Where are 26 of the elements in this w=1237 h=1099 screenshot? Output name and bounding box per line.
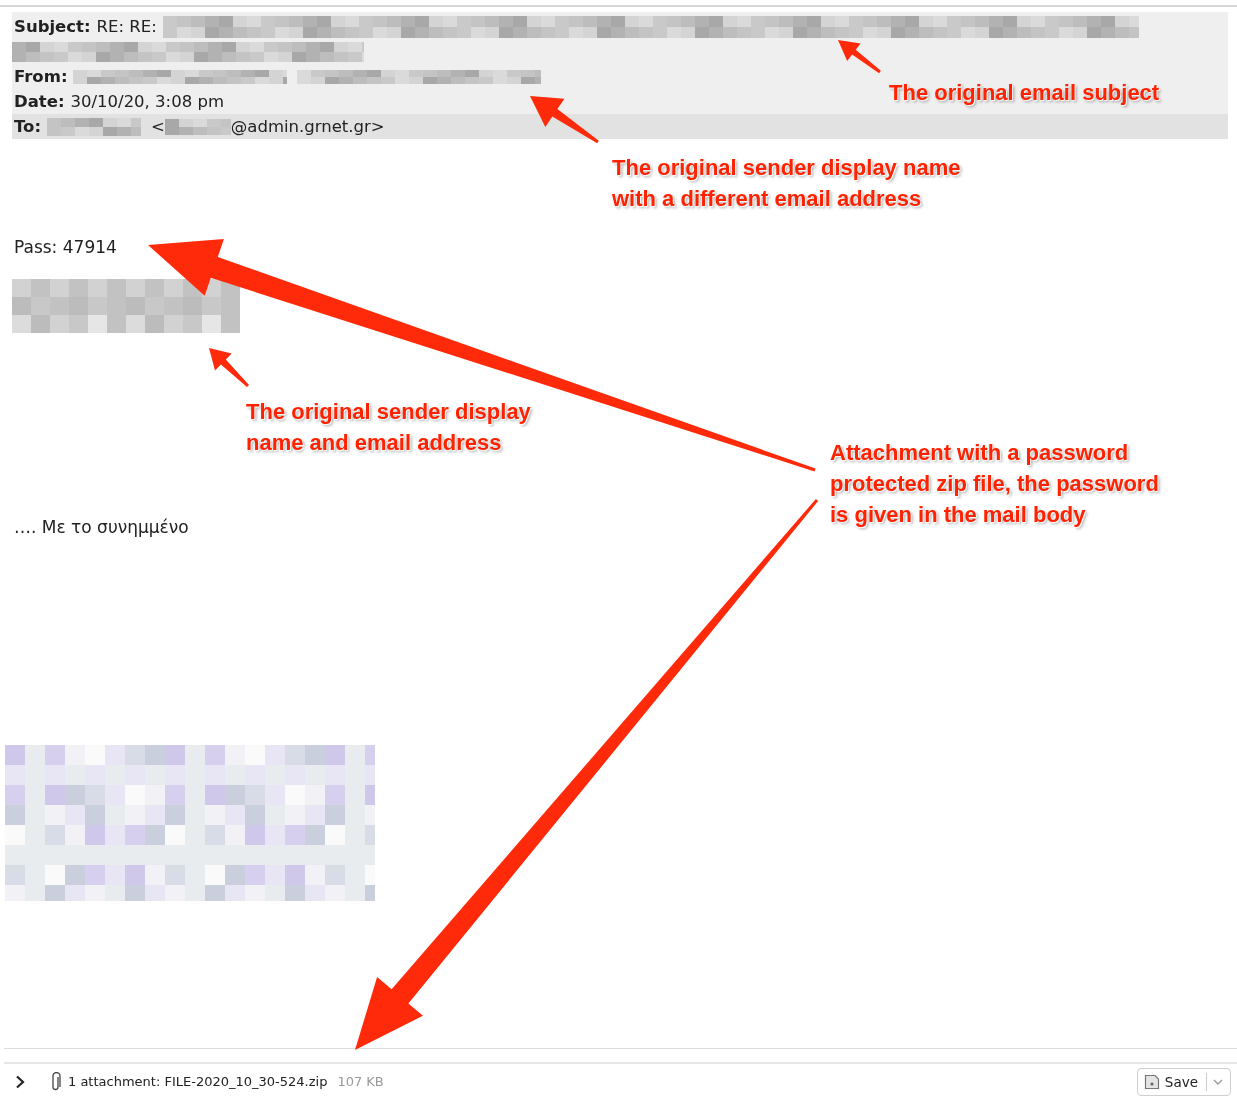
field-label: Subject: [14,17,91,36]
subject-text: RE: RE: [96,17,157,36]
annotation-text: name and email address [246,429,503,457]
redacted-block [164,118,231,135]
recipient-text: @admin.grnet.gr> [230,117,385,136]
arrow [838,40,881,74]
annotation-text: The original sender display name [612,154,961,182]
attachment-name: 1 attachment: FILE-2020_10_30-524.zip [68,1074,328,1089]
field-label: From: [14,67,68,86]
save-button[interactable]: Save [1136,1067,1231,1096]
annotation-text: with a different email address [612,185,923,213]
date-text: 30/10/20, 3:08 pm [70,92,224,111]
annotation-text: The original sender display [246,398,531,426]
paperclip-icon [50,1071,62,1092]
arrow [530,96,599,144]
field-label: To: [14,117,41,136]
recipient-text: < [151,117,165,136]
annotation-text: The original email subject [889,79,1160,107]
file-size: 107 KB [337,1074,384,1089]
annotation-text: Attachment with a password [830,439,1130,467]
body-text: Pass: 47914 [14,237,117,257]
field-label: Date: [14,92,65,111]
annotation-text: protected zip file, the password [830,470,1159,498]
annotation-text: is given in the mail body [830,501,1087,529]
chevron-right-icon[interactable] [14,1074,26,1089]
body-text: …. Με το συνημμένο [14,517,189,537]
